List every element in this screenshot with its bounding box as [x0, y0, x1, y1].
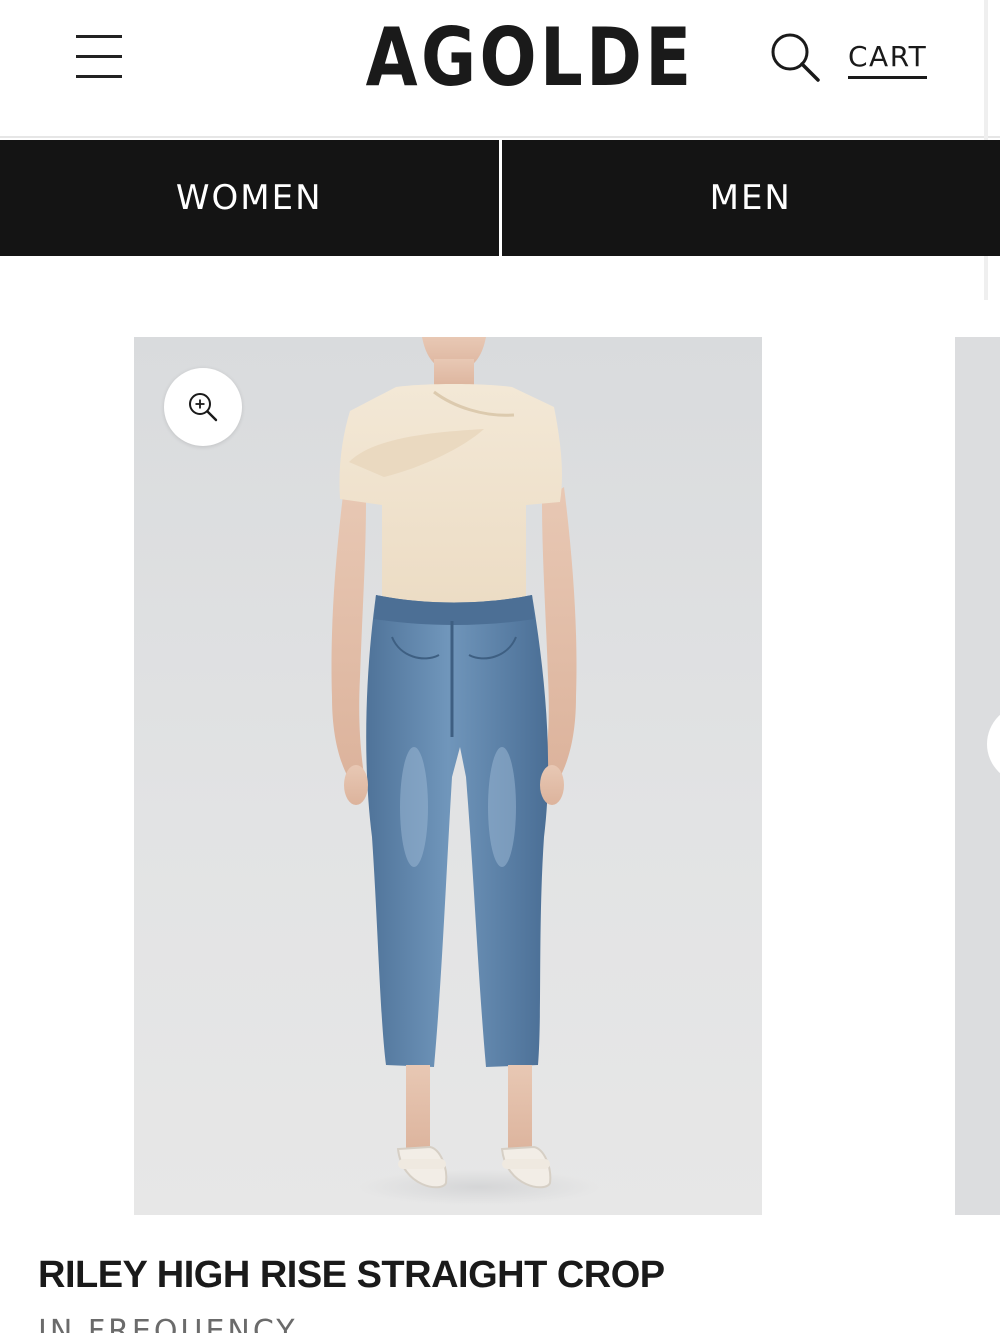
zoom-in-icon[interactable]	[164, 368, 242, 446]
cart-link[interactable]: CART	[848, 40, 928, 79]
site-header: AGOLDE CART	[0, 0, 1000, 138]
product-image[interactable]	[134, 337, 762, 1215]
product-color-name: IN FREQUENCY	[38, 1314, 298, 1333]
category-tabs: WOMEN MEN	[0, 140, 1000, 256]
search-icon[interactable]	[768, 30, 824, 86]
tab-men[interactable]: MEN	[502, 140, 1000, 256]
tab-women[interactable]: WOMEN	[0, 140, 499, 256]
brand-logo[interactable]: AGOLDE	[366, 12, 692, 104]
hamburger-menu-icon[interactable]	[70, 30, 130, 86]
next-product-image-peek[interactable]	[955, 337, 1000, 1215]
zoom-button-partial	[987, 705, 1000, 783]
product-title[interactable]: RILEY HIGH RISE STRAIGHT CROP	[38, 1254, 665, 1297]
